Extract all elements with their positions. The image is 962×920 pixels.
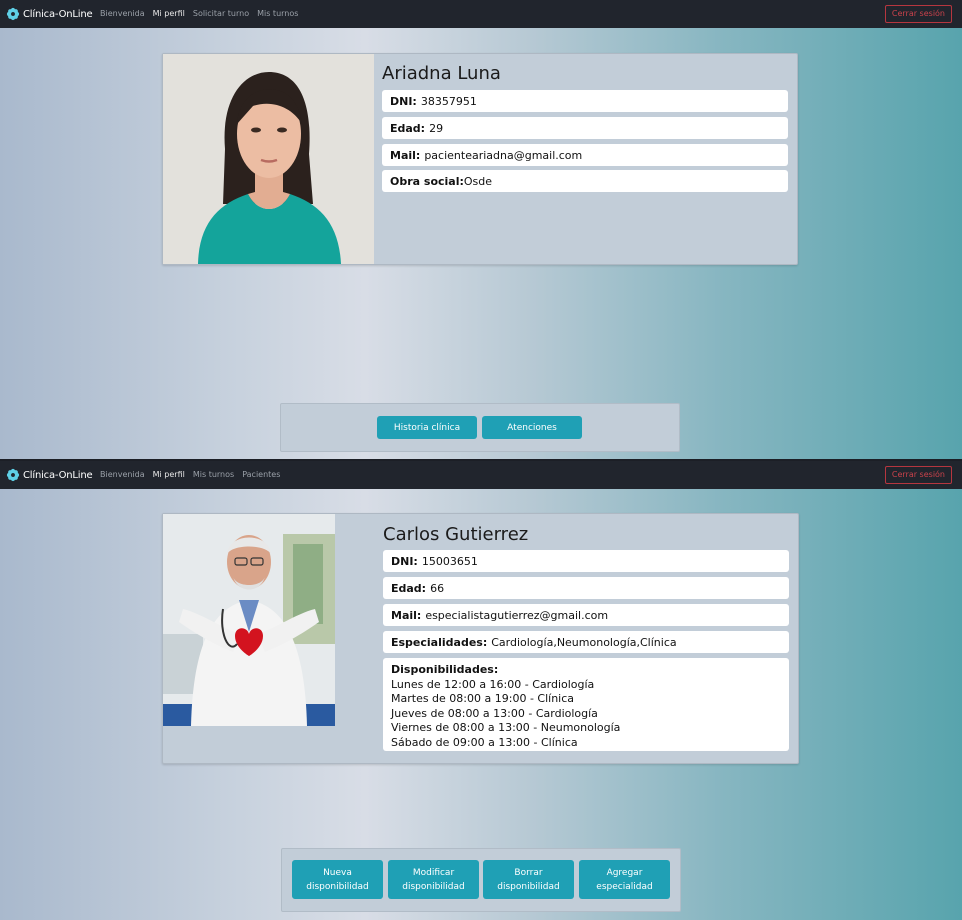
nav-mi-perfil[interactable]: Mi perfil xyxy=(153,470,185,479)
edad-field: Edad: 66 xyxy=(383,577,789,599)
action-bar: Nueva disponibilidad Modificar disponibili… xyxy=(281,848,681,912)
button-line: Nueva xyxy=(323,867,352,878)
dni-field: DNI: 15003651 xyxy=(383,550,789,572)
edad-field: Edad: 29 xyxy=(382,117,788,139)
button-line: disponibilidad xyxy=(306,881,369,892)
edad-label: Edad: xyxy=(391,581,427,595)
flower-logo-icon xyxy=(6,468,20,482)
borrar-disponibilidad-button[interactable]: Borrar disponibilidad xyxy=(483,860,574,899)
especialidades-value: Cardiología,Neumonología,Clínica xyxy=(491,635,677,649)
flower-logo-icon xyxy=(6,7,20,21)
logout-button[interactable]: Cerrar sesión xyxy=(884,466,952,484)
profile-card: Ariadna Luna DNI: 38357951 Edad: 29 Mail… xyxy=(162,53,798,265)
nav-mis-turnos[interactable]: Mis turnos xyxy=(193,470,234,479)
nav-solicitar-turno[interactable]: Solicitar turno xyxy=(193,9,249,18)
woman-portrait-icon xyxy=(163,54,374,264)
disponibilidades-field: Disponibilidades: Lunes de 12:00 a 16:00… xyxy=(383,658,789,751)
disponibilidad-item: Sábado de 09:00 a 13:00 - Clínica xyxy=(391,735,578,749)
mail-field: Mail: especialistagutierrez@gmail.com xyxy=(383,604,789,626)
especialidades-field: Especialidades: Cardiología,Neumonología… xyxy=(383,631,789,653)
action-bar: Historia clínica Atenciones xyxy=(280,403,680,452)
nueva-disponibilidad-button[interactable]: Nueva disponibilidad xyxy=(292,860,383,899)
logout-button[interactable]: Cerrar sesión xyxy=(884,5,952,23)
nav-links: Bienvenida Mi perfil Mis turnos Paciente… xyxy=(100,470,288,479)
patient-profile-screen: Clínica-OnLine Bienvenida Mi perfil Soli… xyxy=(0,0,962,459)
profile-photo xyxy=(163,514,335,726)
especialidades-label: Especialidades: xyxy=(391,635,488,649)
profile-photo xyxy=(163,54,374,264)
disponibilidad-item: Lunes de 12:00 a 16:00 - Cardiología xyxy=(391,677,595,691)
atenciones-button[interactable]: Atenciones xyxy=(482,416,582,439)
button-line: disponibilidad xyxy=(497,881,560,892)
edad-value: 29 xyxy=(429,121,444,135)
button-line: disponibilidad xyxy=(402,881,465,892)
historia-clinica-button[interactable]: Historia clínica xyxy=(377,416,477,439)
dni-value: 38357951 xyxy=(420,94,477,108)
nav-mis-turnos[interactable]: Mis turnos xyxy=(257,9,298,18)
obra-social-label: Obra social: xyxy=(390,174,464,188)
nav-bienvenida[interactable]: Bienvenida xyxy=(100,470,145,479)
mail-label: Mail: xyxy=(390,148,421,162)
specialist-profile-screen: Clínica-OnLine Bienvenida Mi perfil Mis … xyxy=(0,461,962,920)
brand[interactable]: Clínica-OnLine xyxy=(6,6,93,22)
profile-name: Ariadna Luna xyxy=(382,63,501,84)
nav-mi-perfil[interactable]: Mi perfil xyxy=(153,9,185,18)
mail-label: Mail: xyxy=(391,608,422,622)
brand[interactable]: Clínica-OnLine xyxy=(6,467,93,483)
modificar-disponibilidad-button[interactable]: Modificar disponibilidad xyxy=(388,860,479,899)
profile-name: Carlos Gutierrez xyxy=(383,524,529,545)
agregar-especialidad-button[interactable]: Agregar especialidad xyxy=(579,860,670,899)
disponibilidad-item: Viernes de 08:00 a 13:00 - Neumonología xyxy=(391,721,621,734)
button-line: Agregar xyxy=(606,867,643,878)
edad-value: 66 xyxy=(430,581,445,595)
disponibilidad-item: Jueves de 08:00 a 13:00 - Cardiología xyxy=(391,706,598,720)
brand-name: Clínica-OnLine xyxy=(23,469,93,481)
disponibilidades-label: Disponibilidades: xyxy=(391,663,499,676)
button-line: especialidad xyxy=(596,881,653,892)
dni-field: DNI: 38357951 xyxy=(382,90,788,112)
edad-label: Edad: xyxy=(390,121,426,135)
button-line: Borrar xyxy=(514,867,543,878)
obra-social-field: Obra social: Osde xyxy=(382,170,788,192)
mail-value: pacienteariadna@gmail.com xyxy=(424,148,583,162)
dni-label: DNI: xyxy=(390,94,417,108)
dni-value: 15003651 xyxy=(421,554,478,568)
brand-name: Clínica-OnLine xyxy=(23,8,93,20)
navbar: Clínica-OnLine Bienvenida Mi perfil Mis … xyxy=(0,461,962,489)
dni-label: DNI: xyxy=(391,554,418,568)
mail-value: especialistagutierrez@gmail.com xyxy=(425,608,609,622)
nav-bienvenida[interactable]: Bienvenida xyxy=(100,9,145,18)
nav-links: Bienvenida Mi perfil Solicitar turno Mis… xyxy=(100,9,306,18)
doctor-portrait-icon xyxy=(163,514,335,726)
profile-card: Carlos Gutierrez DNI: 15003651 Edad: 66 … xyxy=(162,513,799,764)
mail-field: Mail: pacienteariadna@gmail.com xyxy=(382,144,788,166)
nav-pacientes[interactable]: Pacientes xyxy=(242,470,280,479)
navbar: Clínica-OnLine Bienvenida Mi perfil Soli… xyxy=(0,0,962,28)
obra-social-value: Osde xyxy=(463,174,493,188)
disponibilidad-item: Martes de 08:00 a 19:00 - Clínica xyxy=(391,692,575,705)
button-line: Modificar xyxy=(412,867,455,878)
